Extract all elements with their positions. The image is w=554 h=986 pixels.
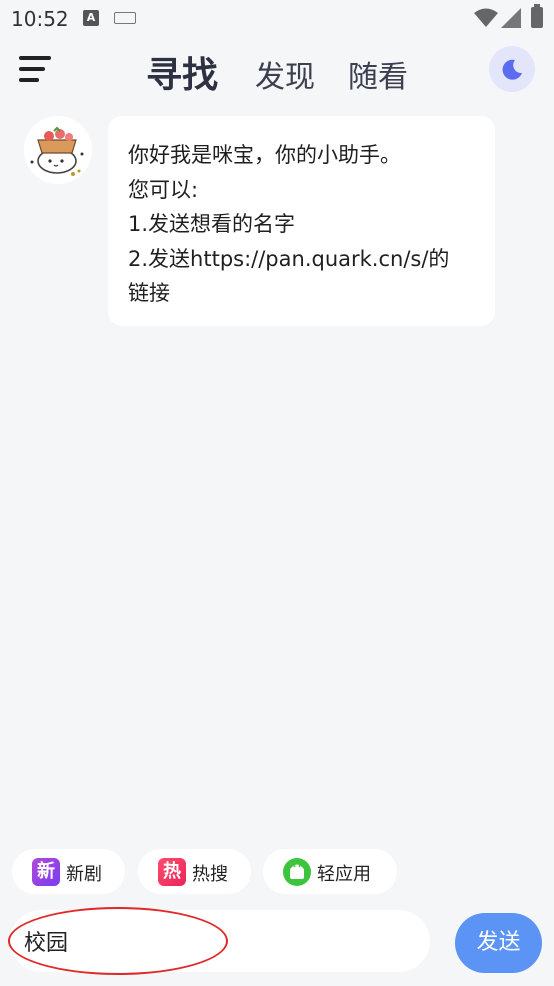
chip-label: 热搜 xyxy=(192,864,228,885)
bot-message-bubble: 你好我是咪宝，你的小助手。 您可以: 1.发送想看的名字 2.发送https:/… xyxy=(108,116,495,326)
menu-icon[interactable] xyxy=(19,54,53,84)
chip-hot-search[interactable]: 热 热搜 xyxy=(138,849,251,894)
tab-search[interactable]: 寻找 xyxy=(146,46,218,98)
tab-browse[interactable]: 随看 xyxy=(348,52,408,96)
bot-avatar xyxy=(24,116,92,184)
chip-label: 新剧 xyxy=(66,864,102,885)
chip-light-app[interactable]: 轻应用 xyxy=(263,849,397,894)
chip-label: 轻应用 xyxy=(317,864,371,885)
accessibility-icon: A xyxy=(83,10,99,26)
message-line: 你好我是咪宝，你的小助手。 xyxy=(128,143,401,167)
cat-mascot-icon xyxy=(24,116,92,184)
message-line: 链接 xyxy=(128,281,170,305)
new-drama-icon: 新 xyxy=(32,858,60,886)
moon-icon xyxy=(502,59,522,80)
hot-search-icon: 热 xyxy=(158,858,186,886)
status-time: 10:52 xyxy=(11,7,69,31)
send-button[interactable]: 发送 xyxy=(455,913,542,973)
message-line: 您可以: xyxy=(128,177,199,202)
status-bar: 10:52 A xyxy=(0,0,554,38)
android-icon xyxy=(283,858,311,886)
tab-discover[interactable]: 发现 xyxy=(255,52,315,96)
night-mode-button[interactable] xyxy=(489,46,535,92)
message-input-container xyxy=(10,910,430,972)
message-input[interactable] xyxy=(24,924,414,958)
message-line: 2.发送https://pan.quark.cn/s/的 xyxy=(128,246,450,271)
battery-icon xyxy=(531,4,543,28)
wifi-icon xyxy=(474,8,498,27)
message-line: 1.发送想看的名字 xyxy=(128,212,296,236)
signal-icon xyxy=(501,8,521,28)
keyboard-icon xyxy=(114,12,136,24)
chip-new-drama[interactable]: 新 新剧 xyxy=(12,849,125,894)
